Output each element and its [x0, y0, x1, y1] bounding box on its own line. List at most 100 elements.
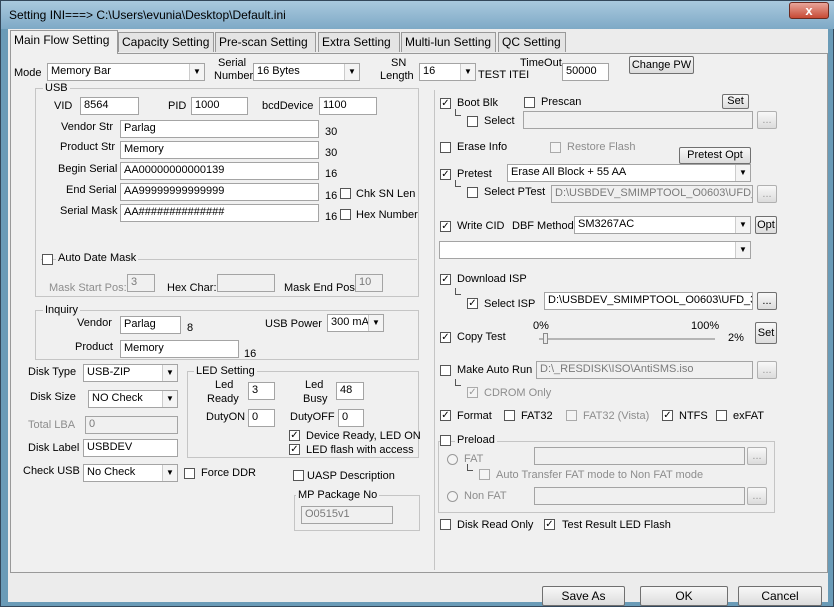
timeout-input[interactable]: 50000: [562, 63, 609, 81]
boot-browse-button[interactable]: ...: [757, 111, 777, 129]
product-str-input[interactable]: Memory: [120, 141, 319, 159]
tab-main-flow-setting[interactable]: Main Flow Setting: [10, 30, 118, 54]
mp-package-input[interactable]: O0515v1: [301, 506, 393, 524]
cdrom-only-checkbox[interactable]: ✓: [467, 387, 478, 398]
tab-multi-lun-setting[interactable]: Multi-lun Setting: [401, 32, 496, 52]
tab-capacity-setting[interactable]: Capacity Setting: [118, 32, 214, 52]
preload-non-fat-path[interactable]: [534, 487, 745, 505]
select-ptest-path[interactable]: D:\USBDEV_SMIMPTOOL_O0603\UFD_3: [551, 185, 753, 203]
hex-char-input[interactable]: [217, 274, 275, 292]
inquiry-vendor-input[interactable]: Parlag: [120, 316, 181, 334]
format-checkbox[interactable]: ✓: [440, 410, 451, 421]
inquiry-product-input[interactable]: Memory: [120, 340, 239, 358]
cid-opt-button[interactable]: Opt: [755, 216, 777, 234]
fat32-vista-checkbox[interactable]: [566, 410, 577, 421]
make-auto-run-checkbox[interactable]: [440, 365, 451, 376]
sn-length-combo[interactable]: 16 ▼: [419, 63, 476, 81]
copy-test-set-button[interactable]: Set: [755, 322, 777, 344]
vid-input[interactable]: 8564: [80, 97, 139, 115]
uasp-description-checkbox[interactable]: [293, 470, 304, 481]
disk-label-input[interactable]: USBDEV: [83, 439, 178, 457]
serial-mask-input[interactable]: AA##############: [120, 204, 319, 222]
preload-fat-browse-button[interactable]: ...: [747, 447, 767, 465]
bcd-device-input[interactable]: 1100: [319, 97, 377, 115]
hex-number-checkbox[interactable]: [340, 209, 351, 220]
preload-non-fat-browse-button[interactable]: ...: [747, 487, 767, 505]
non-fat-radio[interactable]: [447, 491, 458, 502]
preload-fat-path[interactable]: [534, 447, 745, 465]
disk-size-label: Disk Size: [30, 391, 76, 403]
serial-number-combo[interactable]: 16 Bytes ▼: [253, 63, 360, 81]
erase-info-checkbox[interactable]: [440, 142, 451, 153]
isp-browse-button[interactable]: ...: [757, 292, 777, 310]
ptest-browse-button[interactable]: ...: [757, 185, 777, 203]
pretest-checkbox[interactable]: ✓: [440, 169, 451, 180]
select-isp-checkbox[interactable]: ✓: [467, 298, 478, 309]
total-lba-input[interactable]: 0: [85, 416, 178, 434]
auto-transfer-checkbox[interactable]: [479, 469, 490, 480]
pretest-opt-button[interactable]: Pretest Opt: [679, 147, 751, 164]
vendor-str-input[interactable]: Parlag: [120, 120, 319, 138]
check-usb-combo[interactable]: No Check ▼: [83, 464, 178, 482]
auto-run-path[interactable]: D:\_RESDISK\ISO\AntiSMS.iso: [536, 361, 753, 379]
inquiry-product-label: Product: [75, 341, 113, 353]
boot-select-path[interactable]: [523, 111, 753, 129]
mode-combo[interactable]: Memory Bar ▼: [47, 63, 205, 81]
cid-extra-combo[interactable]: ▼: [439, 241, 751, 259]
copy-test-slider-track[interactable]: [539, 338, 715, 340]
ntfs-checkbox[interactable]: ✓: [662, 410, 673, 421]
close-button[interactable]: x: [789, 2, 829, 19]
disk-type-combo[interactable]: USB-ZIP ▼: [83, 364, 178, 382]
test-result-led-checkbox[interactable]: ✓: [544, 519, 555, 530]
boot-set-button[interactable]: Set: [722, 94, 749, 109]
restore-flash-checkbox[interactable]: [550, 142, 561, 153]
pretest-combo[interactable]: Erase All Block + 55 AA ▼: [507, 164, 751, 182]
exfat-checkbox[interactable]: [716, 410, 727, 421]
select-ptest-checkbox[interactable]: [467, 187, 478, 198]
begin-serial-input[interactable]: AA00000000000139: [120, 162, 319, 180]
fat-radio[interactable]: [447, 454, 458, 465]
preload-checkbox[interactable]: [440, 435, 451, 446]
chk-sn-len-checkbox[interactable]: [340, 188, 351, 199]
disk-size-combo[interactable]: NO Check ▼: [88, 390, 178, 408]
download-isp-checkbox[interactable]: ✓: [440, 274, 451, 285]
duty-off-input[interactable]: 0: [338, 409, 364, 427]
save-as-button[interactable]: Save As: [542, 586, 625, 606]
led-busy-label-2: Busy: [303, 393, 328, 405]
prescan-checkbox[interactable]: [524, 97, 535, 108]
cancel-button[interactable]: Cancel: [738, 586, 822, 606]
tree-branch-icon: [467, 464, 473, 471]
end-serial-input[interactable]: AA99999999999999: [120, 183, 319, 201]
copy-test-checkbox[interactable]: ✓: [440, 332, 451, 343]
led-ready-input[interactable]: 3: [248, 382, 275, 400]
select-isp-path[interactable]: D:\USBDEV_SMIMPTOOL_O0603\UFD_32: [544, 292, 753, 310]
tab-extra-setting[interactable]: Extra Setting: [318, 32, 400, 52]
boot-select-checkbox[interactable]: [467, 116, 478, 127]
make-auto-run-label: Make Auto Run: [457, 364, 533, 376]
tab-qc-setting[interactable]: QC Setting: [498, 32, 566, 52]
usb-power-combo[interactable]: 300 mA ▼: [327, 314, 384, 332]
mask-end-pos-input[interactable]: 10: [355, 274, 383, 292]
led-busy-input[interactable]: 48: [336, 382, 364, 400]
auto-date-mask-checkbox[interactable]: [42, 254, 53, 265]
device-ready-checkbox[interactable]: ✓: [289, 430, 300, 441]
mask-start-pos-input[interactable]: 3: [127, 274, 155, 292]
copy-test-slider-thumb[interactable]: [542, 333, 548, 344]
boot-select-label: Select: [484, 115, 515, 127]
fat32-checkbox[interactable]: [504, 410, 515, 421]
ok-button[interactable]: OK: [640, 586, 728, 606]
pretest-value: Erase All Block + 55 AA: [511, 166, 627, 178]
write-cid-checkbox[interactable]: ✓: [440, 221, 451, 232]
begin-serial-label: Begin Serial: [58, 163, 118, 175]
boot-blk-checkbox[interactable]: ✓: [440, 98, 451, 109]
disk-read-only-checkbox[interactable]: [440, 519, 451, 530]
duty-on-input[interactable]: 0: [248, 409, 275, 427]
auto-transfer-label: Auto Transfer FAT mode to Non FAT mode: [496, 469, 704, 481]
tab-pre-scan-setting[interactable]: Pre-scan Setting: [215, 32, 316, 52]
pid-input[interactable]: 1000: [191, 97, 248, 115]
change-pw-button[interactable]: Change PW: [629, 56, 694, 74]
force-ddr-checkbox[interactable]: [184, 468, 195, 479]
led-flash-checkbox[interactable]: ✓: [289, 444, 300, 455]
auto-run-browse-button[interactable]: ...: [757, 361, 777, 379]
dbf-method-combo[interactable]: SM3267AC ▼: [574, 216, 751, 234]
